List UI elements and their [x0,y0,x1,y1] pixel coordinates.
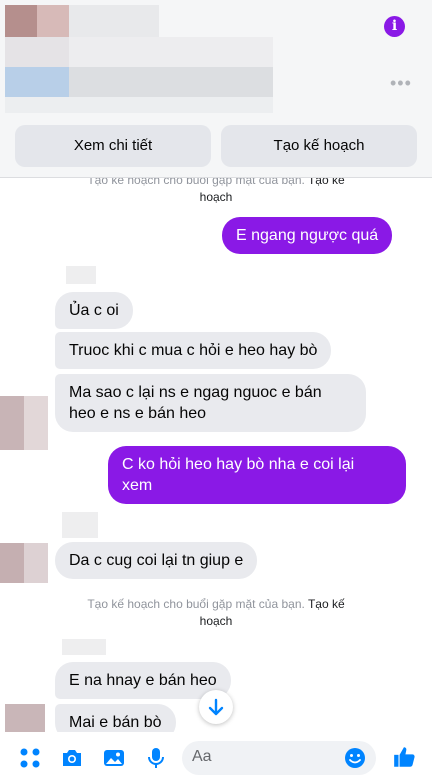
system-notice-top: Tạo kế hoạch cho buổi gặp mặt của bạn. T… [0,178,432,206]
blurred-status-block [5,97,273,113]
blurred-profile-block [5,5,37,37]
message-text: E ngang ngược quá [236,227,379,244]
message-input-placeholder: Aa [192,748,212,765]
message-text: E na hnay e bán heo [69,672,217,689]
message-text: Ủa c oi [69,302,119,319]
create-plan-link[interactable]: Tạo kế [308,178,345,187]
microphone-icon[interactable] [144,746,168,770]
blurred-status-block [5,67,69,97]
system-notice-text: Tạo kế hoạch cho buổi gặp mặt của bạn. [87,178,305,187]
view-details-button[interactable]: Xem chi tiết [15,125,211,167]
message-text-line2: xem [122,477,153,494]
image-icon[interactable] [102,746,126,770]
avatar [24,396,48,450]
scroll-to-bottom-button[interactable] [199,690,233,724]
like-icon[interactable] [392,744,418,770]
message-bubble-received[interactable]: Da c cug coi lại tn giup e [55,542,258,579]
system-notice: Tạo kế hoạch cho buổi gặp mặt của bạn. T… [0,596,432,630]
chat-header: i ••• Xem chi tiết Tạo kế hoạch [0,0,432,178]
message-bubble-sent[interactable]: E ngang ngược quá [222,217,393,254]
avatar [0,543,24,583]
message-bubble-received[interactable]: Ma sao c lại ns e ngag nguoc e bán heo e… [55,374,366,432]
message-input[interactable]: Aa [182,741,376,775]
message-bubble-received[interactable]: Ủa c oi [55,292,133,329]
message-bubble-received[interactable]: Truoc khi c mua c hỏi e heo hay bò [55,332,332,369]
blurred-name-block [69,37,273,67]
blurred-profile-block [5,37,69,67]
message-bubble-sent[interactable]: C ko hỏi heo hay bò nha e coi lại xem [108,446,406,504]
blurred-profile-block [37,5,69,37]
blurred-timestamp [62,512,98,538]
avatar [5,704,45,732]
message-text-line2: heo e ns e bán heo [69,405,207,422]
message-text: Da c cug coi lại tn giup e [69,552,244,569]
message-composer: Aa [0,732,432,782]
message-text: Mai e bán bò [69,714,162,731]
system-notice-text: Tạo kế hoạch cho buổi gặp mặt của bạn. [87,597,305,611]
blurred-timestamp [66,266,96,284]
emoji-icon[interactable] [343,746,367,770]
avatar [0,396,24,450]
info-icon[interactable]: i [384,16,405,37]
blurred-status-block [69,67,273,97]
create-plan-button[interactable]: Tạo kế hoạch [221,125,417,167]
blurred-timestamp [62,639,106,655]
create-plan-link-cont[interactable]: hoạch [200,190,233,204]
message-list[interactable]: Tạo kế hoạch cho buổi gặp mặt của bạn. T… [0,178,432,732]
arrow-down-icon [208,698,224,716]
create-plan-link-cont[interactable]: hoạch [200,614,233,628]
blurred-profile-block [69,5,159,37]
apps-icon[interactable] [18,746,42,770]
message-text: Ma sao c lại ns e ngag nguoc e bán [69,384,322,401]
avatar [24,543,48,583]
message-text: C ko hỏi heo hay bò nha e coi lại [122,456,355,473]
message-bubble-received[interactable]: Mai e bán bò [55,704,176,732]
create-plan-link[interactable]: Tạo kế [308,597,345,611]
camera-icon[interactable] [60,746,84,770]
more-dots-icon[interactable]: ••• [390,74,412,92]
message-text: Truoc khi c mua c hỏi e heo hay bò [69,342,318,359]
